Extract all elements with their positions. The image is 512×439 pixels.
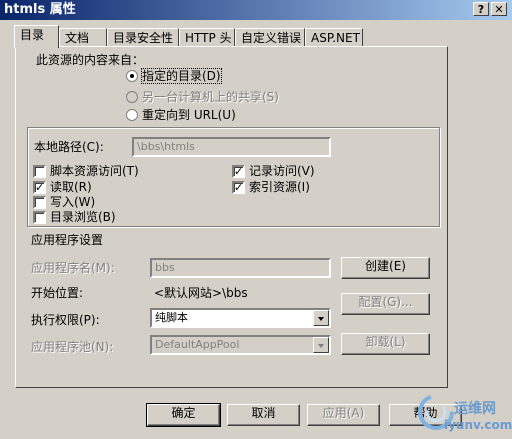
chevron-down-icon: [313, 337, 329, 353]
cancel-button[interactable]: 取消: [227, 404, 300, 426]
tab-custom-errors[interactable]: 自定义错误: [235, 28, 305, 47]
read-label[interactable]: 读取(R): [50, 180, 92, 194]
radio-local-directory[interactable]: [126, 70, 138, 82]
start-location-value: <默认网站>\bbs: [154, 286, 248, 300]
app-pool-select: DefaultAppPool: [150, 335, 331, 355]
radio-network-share-label: 另一台计算机上的共享(S): [142, 90, 279, 104]
index-checkbox[interactable]: ✓: [232, 181, 245, 194]
script-source-checkbox[interactable]: [33, 165, 46, 178]
exec-permissions-label: 执行权限(P):: [31, 313, 100, 327]
tab-aspnet[interactable]: ASP.NET: [305, 28, 363, 47]
chevron-down-icon[interactable]: [313, 310, 329, 326]
watermark-line1: 运维网: [454, 401, 496, 417]
log-visits-checkbox[interactable]: ✓: [232, 165, 245, 178]
title-bar: htmls 属性: [0, 0, 512, 20]
write-label[interactable]: 写入(W): [50, 195, 95, 209]
close-button[interactable]: ✕: [491, 2, 507, 16]
exec-permissions-value: 纯脚本: [155, 311, 188, 324]
watermark-line2: iyunv.com: [444, 418, 512, 432]
create-button[interactable]: 创建(E): [341, 257, 430, 279]
script-source-label[interactable]: 脚本资源访问(T): [50, 164, 139, 178]
local-path-label: 本地路径(C):: [34, 140, 104, 154]
radio-local-directory-label[interactable]: 指定的目录(D): [141, 68, 222, 84]
app-settings-heading: 应用程序设置: [31, 233, 104, 247]
start-location-label: 开始位置:: [31, 286, 84, 300]
read-checkbox[interactable]: ✓: [33, 181, 46, 194]
tab-documents[interactable]: 文档: [59, 28, 107, 47]
index-label[interactable]: 索引资源(I): [249, 180, 310, 194]
watermark-logo: 运维网 iyunv.com: [414, 384, 512, 438]
radio-network-share: [126, 91, 138, 103]
dir-browse-label[interactable]: 目录浏览(B): [50, 210, 116, 224]
unload-button: 卸载(L): [341, 333, 430, 355]
radio-redirect-url[interactable]: [126, 109, 138, 121]
ok-button[interactable]: 确定: [146, 403, 221, 427]
app-name-field: bbs: [150, 258, 331, 278]
tab-http-headers[interactable]: HTTP 头: [179, 28, 235, 47]
content-source-heading: 此资源的内容来自：: [36, 53, 145, 67]
radio-redirect-url-label[interactable]: 重定向到 URL(U): [142, 108, 236, 122]
help-title-button[interactable]: ?: [473, 2, 489, 16]
app-name-label: 应用程序名(M):: [31, 261, 115, 275]
exec-permissions-select[interactable]: 纯脚本: [150, 308, 331, 328]
window-title: htmls 属性: [4, 2, 76, 17]
app-pool-label: 应用程序池(N):: [31, 340, 114, 354]
apply-button: 应用(A): [307, 404, 380, 426]
tab-directory-security[interactable]: 目录安全性: [107, 28, 179, 47]
config-button: 配置(G)...: [341, 293, 430, 315]
app-pool-value: DefaultAppPool: [155, 338, 240, 351]
write-checkbox[interactable]: [33, 196, 46, 209]
log-visits-label[interactable]: 记录访问(V): [249, 164, 315, 178]
local-path-field: \bbs\htmls: [132, 137, 331, 157]
dir-browse-checkbox[interactable]: [33, 211, 46, 224]
tab-directory[interactable]: 目录: [14, 25, 59, 48]
